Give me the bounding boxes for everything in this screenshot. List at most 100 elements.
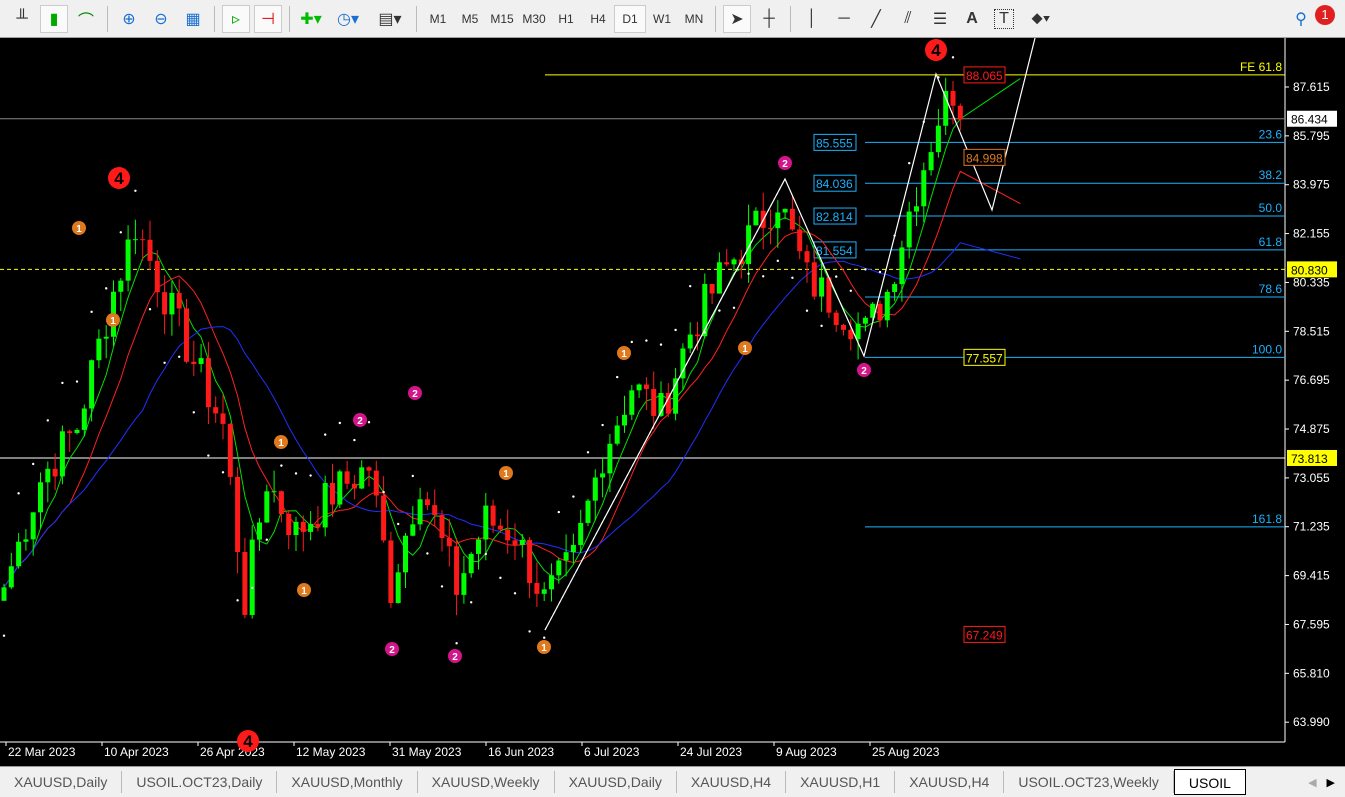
candle-body <box>176 292 182 309</box>
text-icon[interactable]: A <box>958 5 986 33</box>
vertical-line-icon[interactable]: │ <box>798 5 826 33</box>
price-chart[interactable]: 87.615 85.795 83.975 82.155 80.335 78.515 76.6… <box>0 37 1345 766</box>
candle-body <box>410 524 416 536</box>
price-tick-label: 71.235 <box>1293 520 1330 534</box>
candle-body <box>118 280 124 292</box>
timeframe-d1[interactable]: D1 <box>614 4 646 33</box>
crosshair-icon[interactable]: ┼ <box>755 5 783 33</box>
candle-body <box>257 522 262 540</box>
candle-body <box>198 358 204 364</box>
bar-chart-icon[interactable]: ╨ <box>8 5 36 33</box>
chart-shift-icon[interactable]: ⊣ <box>254 4 282 33</box>
chart-tab[interactable]: USOIL.OCT23,Daily <box>122 771 278 793</box>
arrows-icon[interactable]: ⬥▾ <box>1022 5 1060 33</box>
tab-scroll-right-icon[interactable]: ▶ <box>1327 776 1335 789</box>
candle-body <box>330 482 335 505</box>
axis-price-label: 86.434 <box>1291 113 1328 127</box>
parabolic-sar-dot <box>75 380 79 383</box>
chart-tab[interactable]: XAUUSD,H4 <box>895 771 1005 793</box>
price-tag-top: 88.065 <box>966 69 1003 83</box>
parabolic-sar-dot <box>689 284 692 288</box>
candle-body <box>855 323 861 340</box>
date-tick-label: 22 Mar 2023 <box>8 745 76 759</box>
date-tick-label: 9 Aug 2023 <box>776 745 837 759</box>
text-label-icon[interactable]: T <box>994 8 1014 29</box>
timeframe-w1[interactable]: W1 <box>646 5 678 33</box>
timeframe-m5[interactable]: M5 <box>454 5 486 33</box>
wave-label-number: 2 <box>357 416 363 427</box>
trendline-icon[interactable]: ╱ <box>862 5 890 33</box>
zoom-out-icon[interactable]: ⊖ <box>147 5 175 33</box>
candle-body <box>169 292 175 315</box>
candlestick-chart-icon[interactable]: ▮ <box>40 4 68 33</box>
fib-level-label: 100.0 <box>1252 342 1282 356</box>
candle-body <box>89 360 95 409</box>
chart-tab[interactable]: USOIL <box>1173 769 1246 795</box>
date-tick-label: 24 Jul 2023 <box>680 745 742 759</box>
price-tag-bottom: 67.249 <box>966 628 1003 642</box>
fib-level-label: 23.6 <box>1259 127 1283 141</box>
equidistant-channel-icon[interactable]: ⫽ <box>894 5 922 33</box>
candle-body <box>81 408 87 430</box>
candle-body <box>643 384 649 389</box>
candle-body <box>220 413 226 424</box>
candle-body <box>884 291 890 321</box>
chart-tab[interactable]: XAUUSD,Daily <box>0 771 123 793</box>
candle-body <box>622 414 627 426</box>
candle-body <box>67 431 73 433</box>
chart-tab[interactable]: USOIL.OCT23,Weekly <box>1004 771 1174 793</box>
candle-body <box>534 583 540 594</box>
parabolic-sar-dot <box>718 309 721 312</box>
candle-body <box>132 239 138 241</box>
new-indicator-icon[interactable]: ✚▾ <box>297 5 325 33</box>
chart-tab[interactable]: XAUUSD,Weekly <box>418 771 555 793</box>
cursor-icon[interactable]: ➤ <box>723 4 751 33</box>
parabolic-sar-dot <box>470 601 473 604</box>
timeframe-mn[interactable]: MN <box>678 5 710 33</box>
candle-body <box>271 491 277 493</box>
parabolic-sar-dot <box>557 510 560 514</box>
axis-price-label: 73.813 <box>1291 452 1328 466</box>
line-chart-icon[interactable]: ⌒ <box>72 5 100 33</box>
candle-body <box>563 552 569 561</box>
chart-tabs: XAUUSD,Daily USOIL.OCT23,Daily XAUUSD,Mont… <box>0 766 1345 797</box>
fibonacci-icon[interactable]: ☰ <box>926 5 954 33</box>
horizontal-line-icon[interactable]: ─ <box>830 5 858 33</box>
timeframe-m30[interactable]: M30 <box>518 5 550 33</box>
zoom-in-icon[interactable]: ⊕ <box>115 5 143 33</box>
timeframe-h1[interactable]: H1 <box>550 5 582 33</box>
auto-scroll-icon[interactable]: ▹ <box>222 4 250 33</box>
chart-tab[interactable]: XAUUSD,Daily <box>555 771 677 793</box>
notification-badge: 1 <box>1315 5 1335 25</box>
parabolic-sar-dot <box>908 161 911 165</box>
chart-tab[interactable]: XAUUSD,H4 <box>677 771 787 793</box>
candle-body <box>264 491 270 523</box>
periods-clock-icon[interactable]: ◷▾ <box>329 5 367 33</box>
parabolic-sar-dot <box>207 454 210 457</box>
timeframe-m15[interactable]: M15 <box>486 5 518 33</box>
parabolic-sar-dot <box>426 552 429 555</box>
candle-body <box>921 170 927 207</box>
candle-body <box>592 477 598 501</box>
candle-body <box>96 338 102 361</box>
candle-body <box>59 431 65 477</box>
candle-body <box>403 535 408 573</box>
timeframe-m1[interactable]: M1 <box>422 5 454 33</box>
notifications-icon[interactable]: 1 <box>1311 5 1335 29</box>
chart-canvas[interactable]: 87.615 85.795 83.975 82.155 80.335 78.515 76.6… <box>0 37 1345 766</box>
parabolic-sar-dot <box>236 599 239 602</box>
price-tick-label: 65.810 <box>1293 666 1330 680</box>
tab-scroll-left-icon[interactable]: ◀ <box>1308 776 1316 789</box>
zigzag-line <box>544 37 1036 631</box>
templates-icon[interactable]: ▤▾ <box>371 5 409 33</box>
candle-body <box>877 303 883 321</box>
wave-label-number: 4 <box>243 732 253 751</box>
tile-windows-icon[interactable]: ▦ <box>179 5 207 33</box>
chart-tab[interactable]: XAUUSD,H1 <box>786 771 896 793</box>
chart-tab[interactable]: XAUUSD,Monthly <box>277 771 418 793</box>
parabolic-sar-dot <box>105 287 108 290</box>
candle-body <box>205 358 211 408</box>
parabolic-sar-dot <box>192 411 195 414</box>
timeframe-h4[interactable]: H4 <box>582 5 614 33</box>
parabolic-sar-dot <box>32 462 35 466</box>
